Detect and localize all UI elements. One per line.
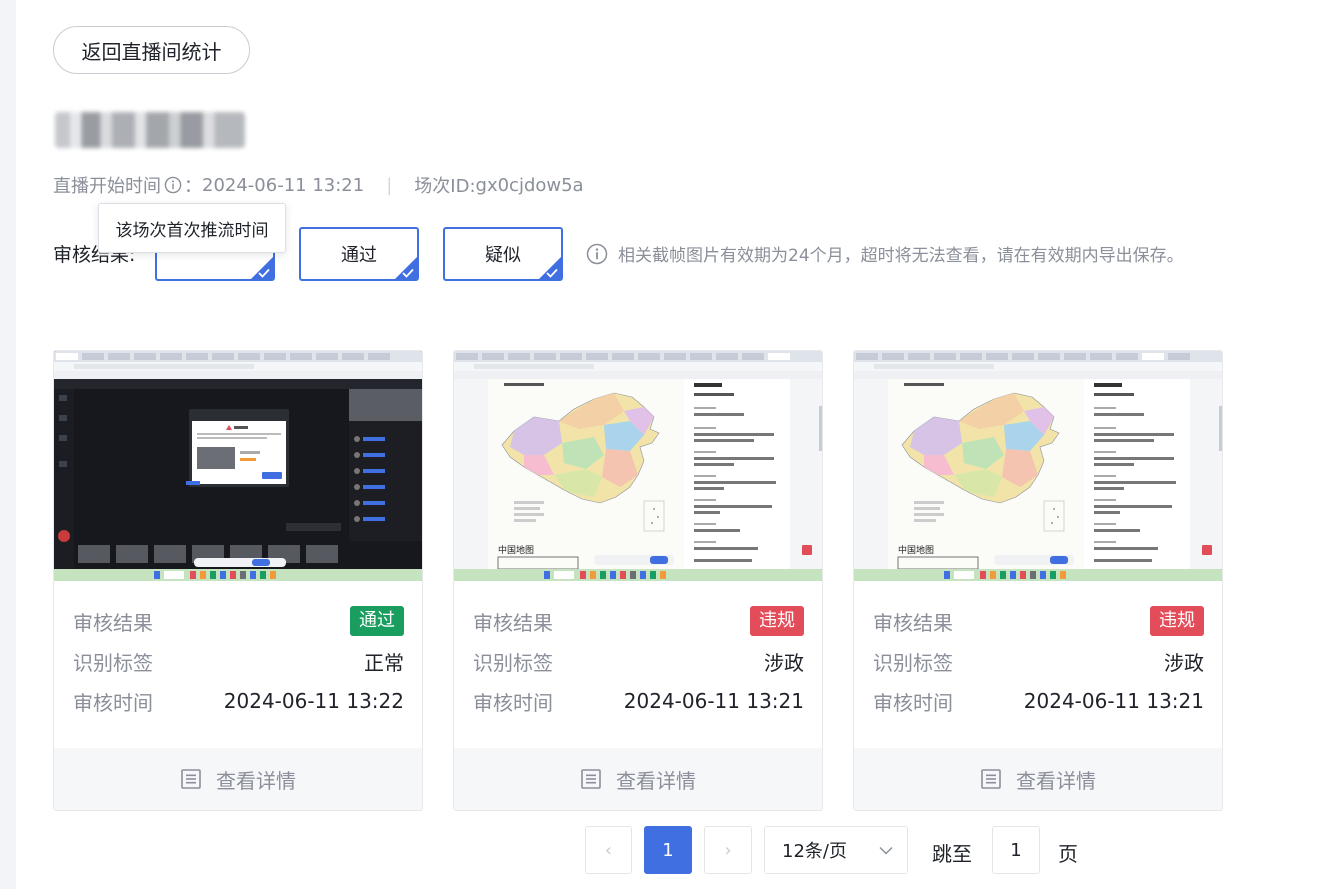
session-id-label: 场次ID: [414, 176, 476, 197]
document-icon [581, 769, 601, 789]
info-icon [586, 243, 608, 264]
status-badge: 违规 [1150, 606, 1204, 636]
frame-card: 中国地图 审核结果 违规 识别标签 涉政 审核时间 2024-06-11 13:… [453, 350, 823, 811]
info-icon[interactable] [164, 176, 182, 194]
result-label: 审核结果 [473, 610, 553, 635]
room-name-blurred [55, 112, 245, 148]
time-label: 审核时间 [473, 690, 553, 715]
session-meta: 直播开始时间 ： 2024-06-11 13:21 | 场次ID: gx0cjd… [53, 172, 584, 198]
notice-text: 相关截帧图片有效期为24个月，超时将无法查看，请在有效期内导出保存。 [618, 246, 1184, 266]
tag-row: 识别标签 涉政 [873, 641, 1204, 681]
view-details-button[interactable]: 查看详情 [54, 748, 422, 810]
filter-chip-pass[interactable]: 通过 [299, 227, 419, 281]
document-icon [181, 769, 201, 789]
time-label: 审核时间 [73, 690, 153, 715]
check-icon [258, 268, 270, 278]
filter-chip-label: 疑似 [485, 245, 521, 266]
page-size-select[interactable]: 12条/页 [764, 826, 908, 874]
time-label: 审核时间 [873, 690, 953, 715]
meta-separator: | [386, 174, 393, 196]
filter-chip-suspect[interactable]: 疑似 [443, 227, 563, 281]
tag-label: 识别标签 [73, 650, 153, 675]
time-row: 审核时间 2024-06-11 13:22 [73, 681, 404, 721]
page-size-value: 12条/页 [782, 841, 847, 862]
view-details-label: 查看详情 [216, 768, 296, 793]
result-row: 审核结果 通过 [73, 601, 404, 641]
chevron-down-icon [879, 846, 893, 855]
tag-label: 识别标签 [473, 650, 553, 675]
page-1-button[interactable]: 1 [644, 826, 692, 874]
start-time-label: 直播开始时间 [53, 176, 161, 197]
result-label: 审核结果 [873, 610, 953, 635]
view-details-button[interactable]: 查看详情 [854, 748, 1222, 810]
check-icon [546, 268, 558, 278]
time-row: 审核时间 2024-06-11 13:21 [473, 681, 804, 721]
frame-thumbnail[interactable] [54, 351, 422, 581]
view-details-label: 查看详情 [1016, 768, 1096, 793]
start-time-tooltip: 该场次首次推流时间 [98, 203, 286, 253]
time-value: 2024-06-11 13:22 [223, 689, 404, 713]
session-id-value: gx0cjdow5a [475, 174, 584, 196]
prev-page-button[interactable]: ‹ [585, 826, 632, 874]
map-caption: 中国地图 [498, 544, 534, 556]
time-row: 审核时间 2024-06-11 13:21 [873, 681, 1204, 721]
result-row: 审核结果 违规 [873, 601, 1204, 641]
page-unit-label: 页 [1058, 842, 1078, 866]
start-time-colon: ： [184, 176, 202, 197]
frame-card: 中国地图 审核结果 违规 识别标签 涉政 审核时间 2024-06-11 13:… [853, 350, 1223, 811]
result-row: 审核结果 违规 [473, 601, 804, 641]
document-icon [981, 769, 1001, 789]
frame-card: 审核结果 通过 识别标签 正常 审核时间 2024-06-11 13:22 查看… [53, 350, 423, 811]
frame-thumbnail[interactable]: 中国地图 [454, 351, 822, 581]
tag-label: 识别标签 [873, 650, 953, 675]
left-side-strip [0, 0, 16, 889]
start-time-value: 2024-06-11 13:21 [202, 174, 365, 196]
frame-thumbnail[interactable]: 中国地图 [854, 351, 1222, 581]
view-details-button[interactable]: 查看详情 [454, 748, 822, 810]
back-to-stats-button[interactable]: 返回直播间统计 [53, 26, 250, 74]
tag-value: 涉政 [764, 650, 804, 675]
status-badge: 违规 [750, 606, 804, 636]
tag-row: 识别标签 正常 [73, 641, 404, 681]
validity-notice: 相关截帧图片有效期为24个月，超时将无法查看，请在有效期内导出保存。 [586, 241, 1184, 266]
jump-page-input[interactable]: 1 [992, 826, 1040, 874]
tag-value: 正常 [364, 650, 404, 675]
next-page-button[interactable]: › [704, 826, 752, 874]
view-details-label: 查看详情 [616, 768, 696, 793]
time-value: 2024-06-11 13:21 [1023, 689, 1204, 713]
status-badge: 通过 [350, 606, 404, 636]
jump-to-label: 跳至 [932, 842, 972, 866]
check-icon [402, 268, 414, 278]
tag-row: 识别标签 涉政 [473, 641, 804, 681]
time-value: 2024-06-11 13:21 [623, 689, 804, 713]
result-label: 审核结果 [73, 610, 153, 635]
tag-value: 涉政 [1164, 650, 1204, 675]
map-caption: 中国地图 [898, 544, 934, 556]
filter-chip-label: 通过 [341, 245, 377, 266]
